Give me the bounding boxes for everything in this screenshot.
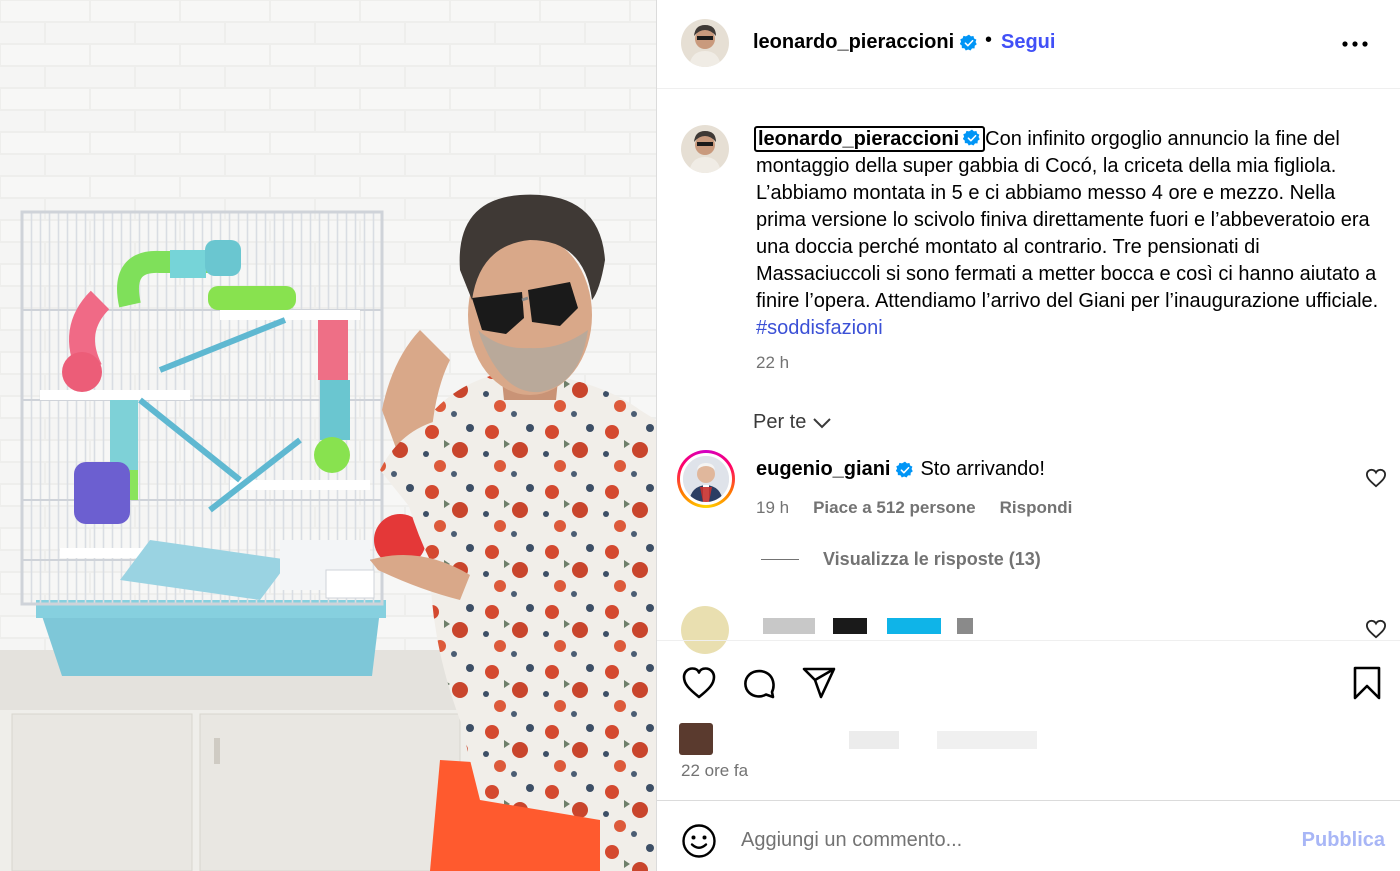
- blurred-likes-text: [849, 731, 899, 749]
- commenter-avatar[interactable]: [677, 450, 735, 508]
- comment-composer: Pubblica: [657, 800, 1400, 871]
- comment-like-heart-icon[interactable]: [1365, 468, 1387, 488]
- heart-icon[interactable]: [681, 665, 717, 701]
- caption-text: Con infinito orgoglio annuncio la fine d…: [756, 128, 1379, 312]
- author-username-text[interactable]: leonardo_pieraccioni: [753, 31, 954, 54]
- post-caption: leonardo_pieraccioni Con infinito orgogl…: [754, 126, 1388, 342]
- blurred-username: [763, 618, 815, 634]
- blurred-text: [833, 618, 867, 634]
- post-side-panel: leonardo_pieraccioni • Segui leonardo_pi…: [656, 0, 1400, 871]
- liker-avatar-stack[interactable]: [679, 723, 713, 755]
- comments-sort-label[interactable]: Per te: [753, 411, 806, 434]
- comment-like-heart-icon[interactable]: [1365, 619, 1387, 639]
- comment-likes[interactable]: Piace a 512 persone: [813, 498, 976, 518]
- instagram-post-view: leonardo_pieraccioni • Segui leonardo_pi…: [0, 0, 1400, 871]
- blurred-text: [887, 618, 941, 634]
- caption-username-text[interactable]: leonardo_pieraccioni: [758, 128, 959, 150]
- header-separator: •: [985, 29, 993, 51]
- author-username[interactable]: leonardo_pieraccioni: [753, 31, 978, 54]
- comments-sort-dropdown[interactable]: Per te: [753, 411, 832, 434]
- follow-button[interactable]: Segui: [1001, 31, 1055, 54]
- photo-illustration: [0, 0, 656, 871]
- comment-meta: 19 h Piace a 512 persone Rispondi: [756, 498, 1072, 518]
- post-header: leonardo_pieraccioni • Segui: [657, 0, 1400, 89]
- post-time-ago[interactable]: 22 ore fa: [681, 761, 748, 781]
- comment-username[interactable]: eugenio_giani: [756, 458, 890, 481]
- verified-badge-icon: [963, 129, 980, 146]
- view-replies-label[interactable]: Visualizza le risposte (13): [823, 549, 1041, 570]
- blurred-likes-text: [937, 731, 1037, 749]
- caption-username[interactable]: leonardo_pieraccioni: [754, 126, 986, 152]
- bookmark-icon[interactable]: [1349, 665, 1385, 701]
- reply-button[interactable]: Rispondi: [1000, 498, 1073, 518]
- share-icon[interactable]: [801, 665, 837, 701]
- publish-button[interactable]: Pubblica: [1302, 829, 1385, 852]
- post-photo: [0, 0, 656, 871]
- emoji-icon[interactable]: [681, 823, 717, 859]
- comment-text: Sto arrivando!: [920, 458, 1045, 480]
- verified-badge-icon: [960, 34, 977, 50]
- comment-input[interactable]: [741, 825, 1281, 855]
- more-options-icon[interactable]: [1341, 32, 1369, 56]
- comment-icon[interactable]: [741, 665, 777, 701]
- caption-author-avatar[interactable]: [681, 125, 729, 173]
- view-replies-button[interactable]: Visualizza le risposte (13): [761, 549, 1041, 570]
- author-avatar[interactable]: [681, 19, 729, 67]
- post-actions-bar: 22 ore fa: [657, 640, 1400, 800]
- comment-body: eugenio_giani Sto arrivando!: [756, 458, 1045, 481]
- caption-timestamp[interactable]: 22 h: [756, 353, 789, 373]
- replies-divider-line: [761, 559, 799, 560]
- verified-badge-icon: [896, 461, 914, 477]
- blurred-text: [957, 618, 973, 634]
- caption-hashtag[interactable]: #soddisfazioni: [756, 317, 883, 339]
- commenter-avatar-image: [680, 453, 732, 505]
- chevron-down-icon: [813, 417, 832, 428]
- comment-time[interactable]: 19 h: [756, 498, 789, 518]
